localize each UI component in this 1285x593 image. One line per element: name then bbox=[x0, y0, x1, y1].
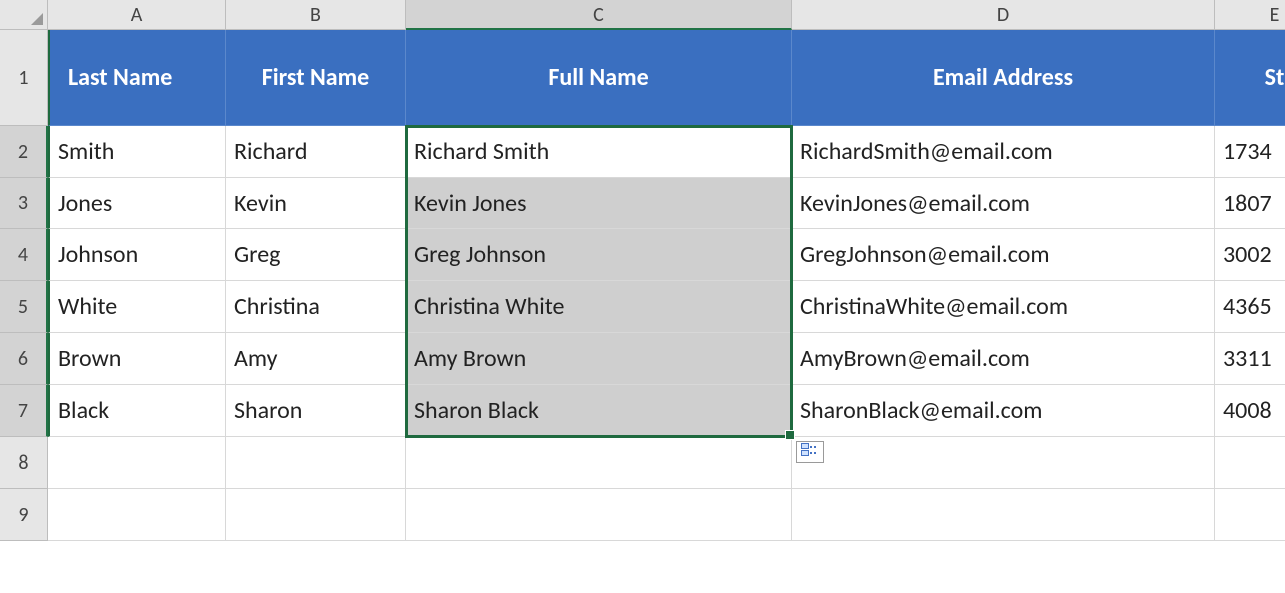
column-header-D[interactable]: D bbox=[792, 0, 1215, 30]
cell-E5[interactable]: 4365 bbox=[1215, 281, 1285, 333]
cell-E3[interactable]: 1807 bbox=[1215, 178, 1285, 229]
cell-D8[interactable] bbox=[792, 437, 1215, 489]
cell-C2[interactable]: Richard Smith bbox=[406, 126, 792, 178]
row-header-4[interactable]: 4 bbox=[0, 229, 48, 281]
cell-B7[interactable]: Sharon bbox=[226, 385, 406, 437]
cell-D4[interactable]: GregJohnson@email.com bbox=[792, 229, 1215, 281]
cell-B9[interactable] bbox=[226, 489, 406, 541]
cell-D7[interactable]: SharonBlack@email.com bbox=[792, 385, 1215, 437]
cell-B8[interactable] bbox=[226, 437, 406, 489]
row-header-3[interactable]: 3 bbox=[0, 178, 48, 229]
table-header-A[interactable]: Last Name bbox=[48, 30, 226, 126]
row-header-1[interactable]: 1 bbox=[0, 30, 48, 126]
column-header-B[interactable]: B bbox=[226, 0, 406, 30]
cell-B4[interactable]: Greg bbox=[226, 229, 406, 281]
row-header-5[interactable]: 5 bbox=[0, 281, 48, 333]
cell-grid: Last NameFirst NameFull NameEmail Addres… bbox=[48, 30, 1285, 541]
cell-B5[interactable]: Christina bbox=[226, 281, 406, 333]
cell-A5[interactable]: White bbox=[48, 281, 226, 333]
cell-E7[interactable]: 4008 bbox=[1215, 385, 1285, 437]
row-headers: 123456789 bbox=[0, 30, 48, 541]
flash-fill-icon bbox=[801, 443, 819, 462]
table-header-E[interactable]: St bbox=[1215, 30, 1285, 126]
column-headers: ABCDE bbox=[48, 0, 1285, 30]
cell-A7[interactable]: Black bbox=[48, 385, 226, 437]
cell-A4[interactable]: Johnson bbox=[48, 229, 226, 281]
cell-C4[interactable]: Greg Johnson bbox=[406, 229, 792, 281]
cell-A9[interactable] bbox=[48, 489, 226, 541]
table-header-D[interactable]: Email Address bbox=[792, 30, 1215, 126]
cell-C6[interactable]: Amy Brown bbox=[406, 333, 792, 385]
row-header-7[interactable]: 7 bbox=[0, 385, 48, 437]
spreadsheet: ABCDE 123456789 Last NameFirst NameFull … bbox=[0, 0, 1285, 593]
cell-C5[interactable]: Christina White bbox=[406, 281, 792, 333]
flash-fill-options-button[interactable] bbox=[796, 441, 824, 463]
column-header-C[interactable]: C bbox=[406, 0, 792, 30]
row-header-2[interactable]: 2 bbox=[0, 126, 48, 178]
cell-D2[interactable]: RichardSmith@email.com bbox=[792, 126, 1215, 178]
cell-B3[interactable]: Kevin bbox=[226, 178, 406, 229]
cell-C8[interactable] bbox=[406, 437, 792, 489]
cell-D9[interactable] bbox=[792, 489, 1215, 541]
cell-E6[interactable]: 3311 bbox=[1215, 333, 1285, 385]
cell-E8[interactable] bbox=[1215, 437, 1285, 489]
cell-A8[interactable] bbox=[48, 437, 226, 489]
column-header-A[interactable]: A bbox=[48, 0, 226, 30]
row-header-9[interactable]: 9 bbox=[0, 489, 48, 541]
row-header-6[interactable]: 6 bbox=[0, 333, 48, 385]
cell-C9[interactable] bbox=[406, 489, 792, 541]
cell-D5[interactable]: ChristinaWhite@email.com bbox=[792, 281, 1215, 333]
select-all-corner[interactable] bbox=[0, 0, 48, 30]
cell-A2[interactable]: Smith bbox=[48, 126, 226, 178]
cell-B6[interactable]: Amy bbox=[226, 333, 406, 385]
table-header-B[interactable]: First Name bbox=[226, 30, 406, 126]
row-header-8[interactable]: 8 bbox=[0, 437, 48, 489]
cell-A6[interactable]: Brown bbox=[48, 333, 226, 385]
cell-E9[interactable] bbox=[1215, 489, 1285, 541]
column-header-E[interactable]: E bbox=[1215, 0, 1285, 30]
cell-A3[interactable]: Jones bbox=[48, 178, 226, 229]
cell-E2[interactable]: 1734 bbox=[1215, 126, 1285, 178]
cell-C3[interactable]: Kevin Jones bbox=[406, 178, 792, 229]
table-header-C[interactable]: Full Name bbox=[406, 30, 792, 126]
cell-E4[interactable]: 3002 bbox=[1215, 229, 1285, 281]
cell-C7[interactable]: Sharon Black bbox=[406, 385, 792, 437]
cell-D6[interactable]: AmyBrown@email.com bbox=[792, 333, 1215, 385]
cell-B2[interactable]: Richard bbox=[226, 126, 406, 178]
cell-D3[interactable]: KevinJones@email.com bbox=[792, 178, 1215, 229]
